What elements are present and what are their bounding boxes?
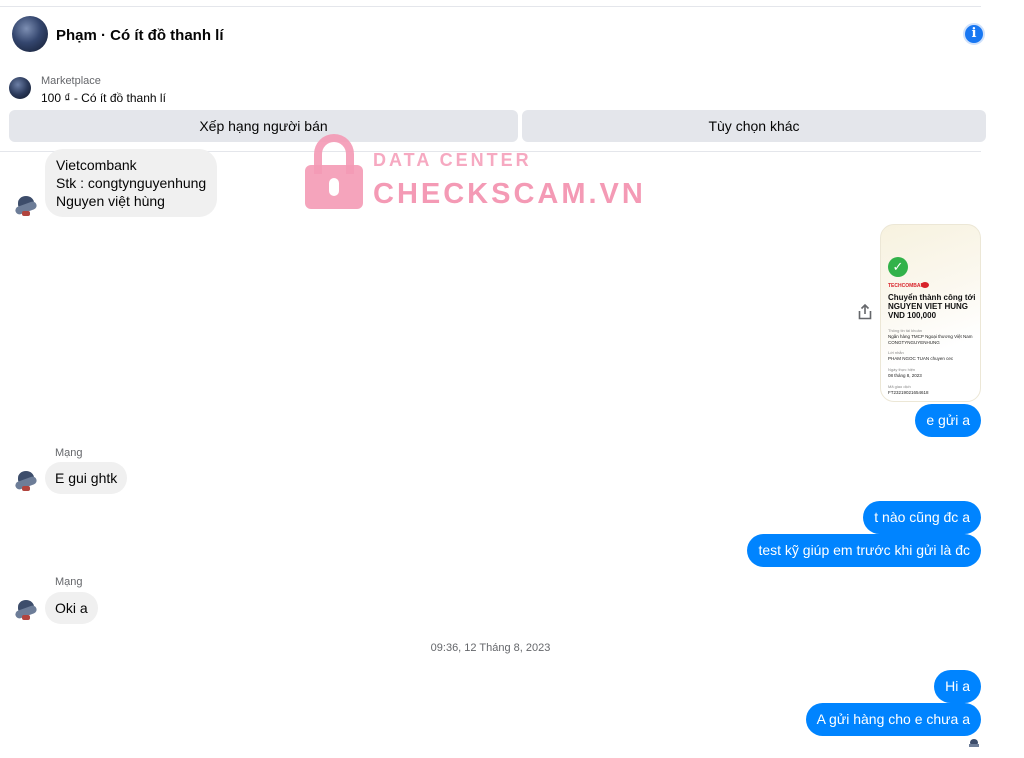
message-line: Stk : congtynguyenhung (56, 175, 207, 191)
seen-indicator-avatar (968, 738, 980, 750)
sender-name: Mạng (55, 576, 83, 588)
watermark-title: CHECKSCAM.VN (373, 178, 646, 210)
sender-avatar[interactable] (13, 467, 39, 493)
incoming-message-bank: Vietcombank Stk : congtynguyenhung Nguye… (45, 149, 218, 217)
receipt-label: Ngày thực hiện (888, 367, 916, 372)
message-line: Vietcombank (56, 157, 137, 173)
message-line: Nguyen việt hùng (56, 193, 165, 209)
outgoing-message: test kỹ giúp em trước khi gửi là đc (747, 534, 981, 567)
success-check-icon: ✓ (888, 257, 908, 277)
outgoing-message: Hi a (934, 670, 981, 703)
chat-window: Phạm · Có ít đồ thanh lí i Marketplace 1… (0, 0, 986, 758)
marketplace-label: Marketplace (41, 75, 101, 87)
timestamp-separator: 09:36, 12 Tháng 8, 2023 (430, 642, 551, 654)
receipt-value: FT23219021654618 (888, 390, 929, 395)
info-icon[interactable]: i (963, 23, 985, 45)
receipt-title: Chuyển thành công tới NGUYEN VIET HUNG V… (888, 293, 976, 320)
receipt-value: Ngân hàng TMCP Ngoại thương Việt Nam CON… (888, 334, 973, 345)
incoming-message: E gui ghtk (45, 462, 128, 494)
receipt-label: Lời nhắn (888, 350, 904, 355)
outgoing-message: t nào cũng đc a (863, 501, 981, 534)
incoming-message: Oki a (45, 592, 98, 624)
outgoing-message: A gửi hàng cho e chưa a (805, 703, 981, 736)
bank-logo-icon (921, 282, 929, 288)
share-icon[interactable] (856, 303, 874, 321)
checkscam-watermark: DATA CENTER CHECKSCAM.VN (305, 134, 645, 214)
top-divider (0, 6, 981, 7)
listing-thumbnail (9, 77, 31, 99)
sender-avatar[interactable] (13, 192, 39, 218)
receipt-label: Thông tin tài khoản (888, 328, 923, 333)
sender-avatar[interactable] (13, 596, 39, 622)
conversation-title[interactable]: Phạm · Có ít đồ thanh lí (56, 27, 224, 44)
chat-header: Phạm · Có ít đồ thanh lí i (0, 10, 985, 58)
keyhole (329, 178, 339, 196)
sender-name: Mạng (55, 447, 83, 459)
outgoing-message: e gửi a (915, 404, 981, 437)
listing-title[interactable]: 100 ₫ - Có ít đồ thanh lí (41, 91, 166, 105)
watermark-subtitle: DATA CENTER (373, 150, 532, 170)
receipt-value: PHAM NGOC TUAN chuyen cec (888, 356, 954, 361)
receipt-value: 08 tháng 8, 2023 (888, 373, 922, 378)
marketplace-listing[interactable]: Marketplace 100 ₫ - Có ít đồ thanh lí (0, 70, 981, 110)
contact-avatar[interactable] (12, 16, 48, 52)
transfer-receipt-image[interactable]: ✓ TECHCOMBANK Chuyển thành công tới NGUY… (880, 224, 981, 402)
receipt-label: Mã giao dịch (888, 384, 911, 389)
